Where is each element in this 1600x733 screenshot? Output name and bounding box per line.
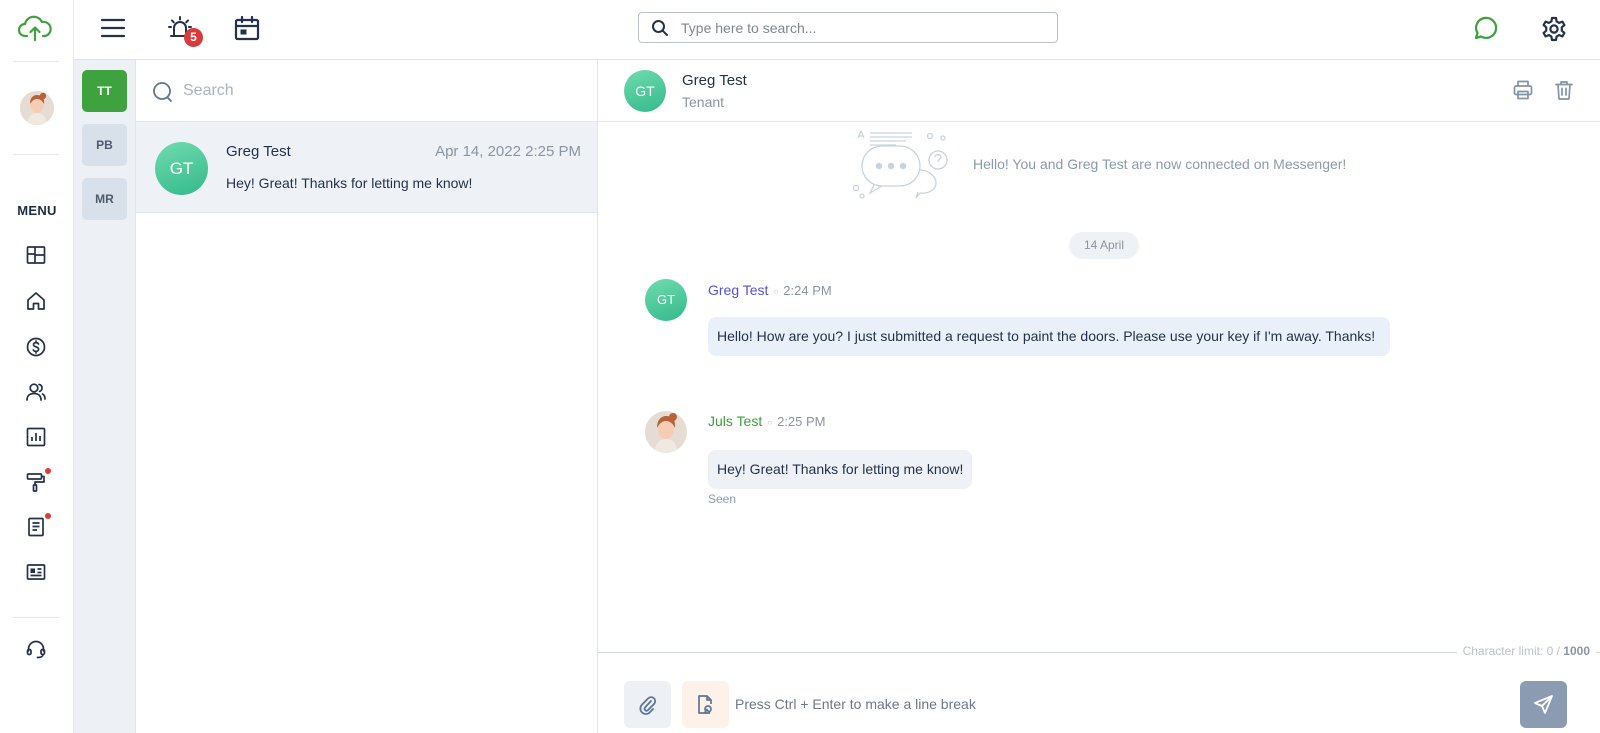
conversation-search[interactable] [136,60,597,122]
search-input[interactable] [681,18,1041,38]
contact-name: Greg Test [682,72,747,89]
user-avatar[interactable] [20,91,54,125]
send-icon [1534,695,1553,714]
tag-tt[interactable]: TT [82,70,127,112]
conversation-search-input[interactable] [183,79,563,103]
message-time: 2:24 PM [783,283,832,298]
bar-chart-icon[interactable] [24,425,48,449]
message-bubble: Hey! Great! Thanks for letting me know! [708,450,973,489]
sender-avatar [645,411,687,453]
users-icon[interactable] [24,380,48,404]
document-icon[interactable] [24,513,51,539]
dashboard-icon[interactable] [24,243,48,267]
paint-roller-icon[interactable] [24,468,51,494]
notification-dot [45,468,51,474]
message-meta: Greg Test ○ 2:24 PM [708,282,832,298]
seen-status: Seen [708,492,737,506]
composer-divider [598,652,1600,653]
divider [13,617,59,618]
menu-label: MENU [17,203,57,218]
left-rail: MENU [0,0,74,733]
attach-button[interactable] [624,681,671,728]
calendar-icon[interactable] [232,14,262,44]
headset-icon[interactable] [24,637,48,661]
meta-separator: ○ [767,417,773,427]
home-icon[interactable] [24,289,48,313]
last-message-date: Apr 14, 2022 2:25 PM [435,143,581,160]
conversation-list: GT Greg Test Apr 14, 2022 2:25 PM Hey! G… [136,60,598,733]
notification-dot [45,513,51,519]
last-message-preview: Hey! Great! Thanks for letting me know! [226,175,473,191]
dollar-icon[interactable] [24,335,48,359]
message-input[interactable] [735,684,1495,724]
file-template-button[interactable] [682,681,729,728]
divider [13,154,59,155]
hamburger-icon[interactable] [98,14,128,44]
divider [13,61,59,62]
printer-icon[interactable] [1511,78,1535,102]
contact-name: Greg Test [226,143,291,160]
sender-name[interactable]: Greg Test [708,282,768,298]
message-bubble: Hello! How are you? I just submitted a r… [708,317,1390,356]
gear-icon[interactable] [1539,14,1569,44]
global-search[interactable] [638,12,1058,43]
file-shape-icon [698,695,712,714]
character-limit-label: Character limit: 0 / [1462,644,1560,658]
conversation-tag-column: TT PB MR [74,60,136,733]
chat-header: GT Greg Test Tenant [598,60,1600,122]
connected-message: Hello! You and Greg Test are now connect… [973,156,1347,172]
contact-avatar: GT [155,142,208,195]
search-icon [652,20,668,36]
list-item[interactable]: GT Greg Test Apr 14, 2022 2:25 PM Hey! G… [136,122,597,213]
date-divider: 14 April [1069,232,1139,259]
character-limit-max: 1000 [1563,644,1590,658]
sender-name[interactable]: Juls Test [708,413,762,429]
paperclip-icon [639,696,657,715]
chat-panel: GT Greg Test Tenant Hello! You and Greg … [598,60,1600,733]
character-limit: Character limit: 0 / 1000 [1456,644,1596,658]
send-button[interactable] [1520,681,1567,728]
message-meta: Juls Test ○ 2:25 PM [708,413,825,429]
cloud-upload-icon[interactable] [18,14,52,42]
tag-mr[interactable]: MR [82,178,127,220]
contact-role: Tenant [682,94,725,110]
messenger-illustration [852,130,948,199]
top-bar: 5 [74,0,1600,60]
notification-count-badge: 5 [184,28,203,47]
sender-avatar: GT [645,279,687,321]
chat-bubble-icon[interactable] [1470,14,1500,44]
id-card-icon[interactable] [24,560,48,584]
search-icon [153,82,172,102]
tag-pb[interactable]: PB [82,124,127,166]
trash-icon[interactable] [1552,78,1576,102]
contact-avatar: GT [624,70,666,112]
meta-separator: ○ [773,286,779,296]
message-time: 2:25 PM [777,414,826,429]
